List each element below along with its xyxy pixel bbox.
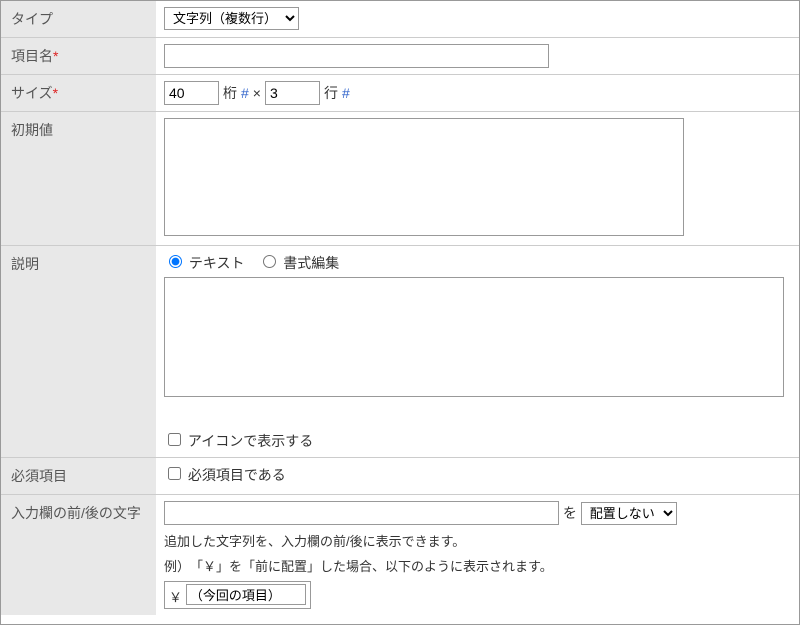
surround-wo: を [563,503,577,523]
desc-radio-rich-label[interactable]: 書式編集 [258,255,339,271]
hash-icon[interactable]: # [342,85,350,101]
size-cols-field[interactable] [164,81,219,105]
desc-radio-text[interactable] [169,255,182,268]
label-name: 項目名* [1,38,156,74]
surround-help1: 追加した文字列を、入力欄の前/後に表示できます。 [164,531,791,550]
surround-demo-field [186,584,306,605]
label-size: サイズ* [1,75,156,111]
label-desc: 説明 [1,246,156,457]
desc-radio-text-label[interactable]: テキスト [164,255,248,271]
label-type: タイプ [1,1,156,37]
required-checkbox[interactable] [168,467,181,480]
name-field[interactable] [164,44,549,68]
size-times: × [253,85,261,101]
surround-example-box: ￥ [164,581,311,609]
surround-place-select[interactable]: 配置しない [581,502,677,525]
size-rows-field[interactable] [265,81,320,105]
desc-textarea[interactable] [164,277,784,397]
required-checkbox-label[interactable]: 必須項目である [164,467,286,483]
surround-text-field[interactable] [164,501,559,525]
surround-help2: 例） 「￥」を「前に配置」した場合、以下のように表示されます。 [164,556,791,575]
size-rows-label: 行 [324,83,338,103]
type-select[interactable]: 文字列（複数行） [164,7,299,30]
initial-value-textarea[interactable] [164,118,684,236]
required-asterisk-icon: * [53,85,58,101]
required-asterisk-icon: * [53,48,58,64]
label-required: 必須項目 [1,458,156,494]
yen-icon: ￥ [169,590,182,605]
desc-icon-checkbox-label[interactable]: アイコンで表示する [164,433,313,449]
desc-radio-rich[interactable] [263,255,276,268]
desc-icon-checkbox[interactable] [168,433,181,446]
label-initial: 初期値 [1,112,156,245]
hash-icon[interactable]: # [241,85,249,101]
size-cols-label: 桁 [223,83,237,103]
label-surround: 入力欄の前/後の文字 [1,495,156,615]
